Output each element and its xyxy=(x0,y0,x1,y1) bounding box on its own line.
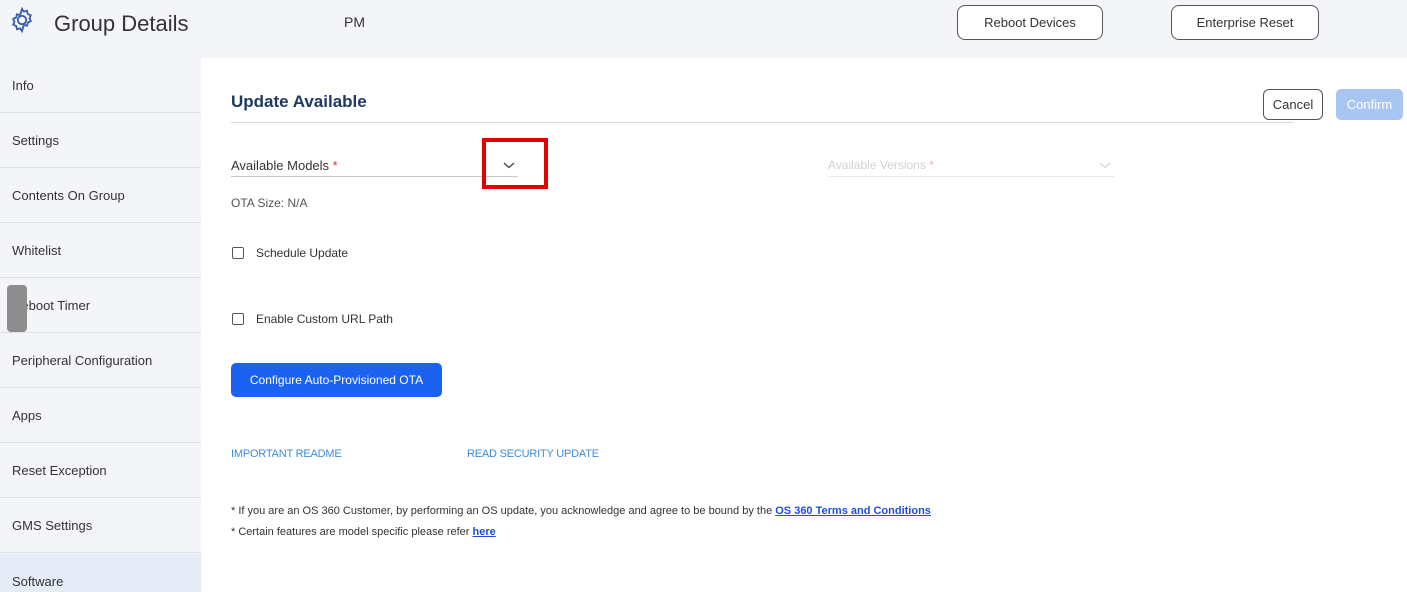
sidebar-item-label: Whitelist xyxy=(12,243,62,258)
important-readme-link[interactable]: IMPORTANT README xyxy=(231,448,342,460)
terms-link[interactable]: OS 360 Terms and Conditions xyxy=(775,505,931,517)
available-models-text: Available Models xyxy=(231,158,330,173)
custom-url-checkbox[interactable]: Enable Custom URL Path xyxy=(232,312,393,326)
reboot-devices-button[interactable]: Reboot Devices xyxy=(957,5,1103,40)
checkbox[interactable] xyxy=(232,247,244,259)
custom-url-label: Enable Custom URL Path xyxy=(256,312,393,326)
chevron-down-icon xyxy=(1099,162,1111,169)
configure-ota-button[interactable]: Configure Auto-Provisioned OTA xyxy=(231,363,442,397)
sidebar: Info Settings Contents On Group Whitelis… xyxy=(0,58,201,592)
collapse-handle[interactable] xyxy=(7,285,27,332)
sidebar-item-label: Reset Exception xyxy=(12,463,107,478)
schedule-update-checkbox[interactable]: Schedule Update xyxy=(232,246,348,260)
cancel-button[interactable]: Cancel xyxy=(1263,89,1323,120)
ota-size: OTA Size: N/A xyxy=(231,196,308,210)
divider xyxy=(231,122,1293,123)
available-versions-text: Available Versions xyxy=(828,158,926,172)
sidebar-item-label: Peripheral Configuration xyxy=(12,353,153,368)
security-update-link[interactable]: READ SECURITY UPDATE xyxy=(467,448,599,460)
sidebar-item-label: Software xyxy=(12,574,64,589)
confirm-button[interactable]: Confirm xyxy=(1336,89,1403,120)
sidebar-item-reboot-timer[interactable]: Reboot Timer xyxy=(0,278,201,333)
sidebar-item-gms-settings[interactable]: GMS Settings xyxy=(0,498,201,553)
required-mark: * xyxy=(929,158,934,172)
model-note: * Certain features are model specific pl… xyxy=(231,526,496,538)
model-note-text: * Certain features are model specific pl… xyxy=(231,526,473,538)
sidebar-item-apps[interactable]: Apps xyxy=(0,388,201,443)
sidebar-item-settings[interactable]: Settings xyxy=(0,113,201,168)
header-bar: Group Details PM Reboot Devices Enterpri… xyxy=(0,0,1407,58)
gear-icon xyxy=(12,6,32,34)
here-link[interactable]: here xyxy=(473,526,496,538)
available-versions-label: Available Versions * xyxy=(828,158,934,172)
terms-note-text: * If you are an OS 360 Customer, by perf… xyxy=(231,505,776,517)
sidebar-item-info[interactable]: Info xyxy=(0,58,201,113)
available-models-dropdown[interactable] xyxy=(231,176,518,177)
checkbox[interactable] xyxy=(232,313,244,325)
highlight-box xyxy=(482,138,548,189)
section-title: Update Available xyxy=(231,92,367,111)
sidebar-item-software[interactable]: Software xyxy=(0,554,201,592)
available-models-label: Available Models * xyxy=(231,158,338,173)
terms-note: * If you are an OS 360 Customer, by perf… xyxy=(231,505,931,517)
enterprise-reset-button[interactable]: Enterprise Reset xyxy=(1171,5,1319,40)
schedule-update-label: Schedule Update xyxy=(256,246,349,260)
sidebar-item-contents-on-group[interactable]: Contents On Group xyxy=(0,168,201,223)
sidebar-item-label: Settings xyxy=(12,133,59,148)
sidebar-item-peripheral-configuration[interactable]: Peripheral Configuration xyxy=(0,333,201,388)
sidebar-item-label: GMS Settings xyxy=(12,518,93,533)
sidebar-item-label: Apps xyxy=(12,408,42,423)
sidebar-item-reset-exception[interactable]: Reset Exception xyxy=(0,443,201,498)
available-versions-dropdown xyxy=(828,176,1114,177)
group-name: PM xyxy=(344,14,365,30)
sidebar-item-label: Info xyxy=(12,78,34,93)
required-mark: * xyxy=(332,158,338,173)
sidebar-item-whitelist[interactable]: Whitelist xyxy=(0,223,201,278)
sidebar-item-label: Contents On Group xyxy=(12,188,125,203)
page-title: Group Details xyxy=(54,11,189,36)
